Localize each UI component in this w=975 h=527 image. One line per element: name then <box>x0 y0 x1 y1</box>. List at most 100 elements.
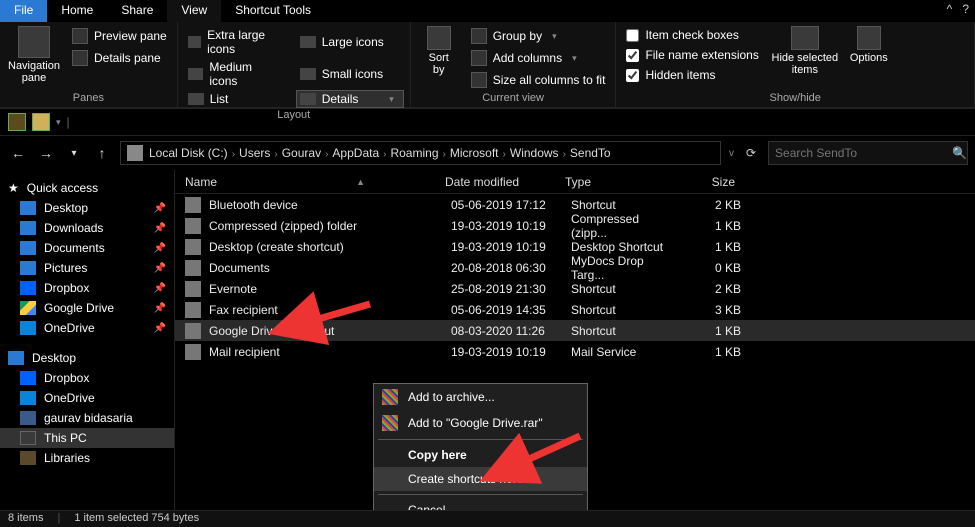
sidebar-item-documents[interactable]: Documents📌 <box>0 238 174 258</box>
archive-icon <box>382 389 398 405</box>
navigation-pane-button[interactable]: Navigation pane <box>6 26 62 84</box>
layout-list[interactable]: List <box>184 90 292 108</box>
up-button[interactable]: ↑ <box>92 145 112 161</box>
layout-extra-large-icons[interactable]: Extra large icons <box>184 26 292 58</box>
ctx-add-to-google-drive-rar-[interactable]: Add to "Google Drive.rar" <box>374 410 587 436</box>
crumb[interactable]: AppData <box>328 146 383 160</box>
layout-large-icons[interactable]: Large icons <box>296 26 404 58</box>
pin-icon: 📌 <box>154 203 166 214</box>
hide-selected-icon <box>791 26 819 50</box>
column-size[interactable]: Size <box>675 175 745 189</box>
layout-details[interactable]: Details▾ <box>296 90 404 108</box>
tab-share[interactable]: Share <box>107 0 167 22</box>
sidebar: ★Quick access Desktop📌Downloads📌Document… <box>0 170 175 510</box>
sidebar-item-gaurav-bidasaria[interactable]: gaurav bidasaria <box>0 408 174 428</box>
crumb[interactable]: Users <box>235 146 274 160</box>
layout-icon <box>188 68 204 80</box>
sidebar-item-this-pc[interactable]: This PC <box>0 428 174 448</box>
ico-blue <box>20 221 36 235</box>
qat-dropdown-icon[interactable]: ▾ <box>56 117 61 128</box>
sidebar-item-downloads[interactable]: Downloads📌 <box>0 218 174 238</box>
tab-view[interactable]: View <box>167 0 221 22</box>
status-item-count: 8 items <box>8 512 43 526</box>
file-icon <box>185 281 201 297</box>
file-row[interactable]: Compressed (zipped) folder19-03-2019 10:… <box>175 215 975 236</box>
sidebar-item-libraries[interactable]: Libraries <box>0 448 174 468</box>
crumb[interactable]: Roaming <box>386 146 442 160</box>
sidebar-item-onedrive[interactable]: OneDrive📌 <box>0 318 174 338</box>
group-label-layout: Layout <box>184 108 404 122</box>
back-button[interactable]: ← <box>8 145 28 161</box>
sidebar-item-dropbox[interactable]: Dropbox📌 <box>0 278 174 298</box>
breadcrumb[interactable]: Local Disk (C:)›Users›Gourav›AppData›Roa… <box>120 141 721 165</box>
crumb[interactable]: Microsoft <box>446 146 503 160</box>
layout-small-icons[interactable]: Small icons <box>296 58 404 90</box>
recent-locations-button[interactable]: ▾ <box>64 148 84 159</box>
explorer-icon <box>8 113 26 131</box>
item-check-boxes-toggle[interactable]: Item check boxes <box>622 26 762 44</box>
crumb[interactable]: Gourav <box>278 146 325 160</box>
ico-dropbox <box>20 371 36 385</box>
sidebar-desktop-header[interactable]: Desktop <box>0 348 174 368</box>
forward-button[interactable]: → <box>36 145 56 161</box>
sidebar-item-pictures[interactable]: Pictures📌 <box>0 258 174 278</box>
ico-blue <box>20 241 36 255</box>
hidden-items-toggle[interactable]: Hidden items <box>622 66 762 84</box>
options-button[interactable]: Options <box>847 26 891 64</box>
tab-shortcut-tools[interactable]: Shortcut Tools <box>221 0 325 22</box>
crumb[interactable]: Local Disk (C:) <box>145 146 232 160</box>
sidebar-item-dropbox[interactable]: Dropbox <box>0 368 174 388</box>
preview-pane-toggle[interactable]: Preview pane <box>68 26 171 46</box>
status-selection: 1 item selected 754 bytes <box>74 512 199 526</box>
address-history-icon[interactable]: v <box>729 148 734 159</box>
sort-by-icon <box>427 26 451 50</box>
crumb[interactable]: Windows <box>506 146 563 160</box>
ico-dropbox <box>20 281 36 295</box>
ico-gdrive <box>20 301 36 315</box>
help-icon[interactable]: ? <box>962 2 969 16</box>
ctx-copy-here[interactable]: Copy here <box>374 443 587 467</box>
group-by-button[interactable]: Group by▾ <box>467 26 610 46</box>
ctx-create-shortcuts-here[interactable]: Create shortcuts here <box>374 467 587 491</box>
group-label-showhide: Show/hide <box>622 91 968 105</box>
hide-selected-button[interactable]: Hide selected items <box>769 26 841 76</box>
sort-by-button[interactable]: Sort by <box>417 26 461 76</box>
size-columns-button[interactable]: Size all columns to fit <box>467 70 610 90</box>
refresh-button[interactable]: ⟳ <box>742 146 760 160</box>
file-row[interactable]: Evernote25-08-2019 21:30Shortcut2 KB <box>175 278 975 299</box>
file-row[interactable]: Fax recipient05-06-2019 14:35Shortcut3 K… <box>175 299 975 320</box>
ribbon-group-show-hide: Item check boxes File name extensions Hi… <box>616 22 975 107</box>
group-label-panes: Panes <box>6 91 171 105</box>
ctx-add-to-archive-[interactable]: Add to archive... <box>374 384 587 410</box>
file-row[interactable]: Mail recipient19-03-2019 10:19Mail Servi… <box>175 341 975 362</box>
tab-file[interactable]: File <box>0 0 47 22</box>
file-extensions-toggle[interactable]: File name extensions <box>622 46 762 64</box>
file-row[interactable]: Documents20-08-2018 06:30MyDocs Drop Tar… <box>175 257 975 278</box>
sidebar-item-google-drive[interactable]: Google Drive📌 <box>0 298 174 318</box>
sidebar-item-onedrive[interactable]: OneDrive <box>0 388 174 408</box>
ribbon-group-layout: Extra large iconsLarge iconsMedium icons… <box>178 22 411 107</box>
search-input[interactable] <box>768 141 968 165</box>
drive-icon <box>127 145 143 161</box>
ico-blue <box>20 261 36 275</box>
ico-pc <box>20 431 36 445</box>
file-icon <box>185 323 201 339</box>
chevron-down-icon: ▾ <box>552 31 557 42</box>
ico-onedrive <box>20 391 36 405</box>
add-columns-button[interactable]: Add columns▾ <box>467 48 610 68</box>
folder-icon <box>32 113 50 131</box>
column-name[interactable]: Name▲ <box>175 175 435 189</box>
details-pane-toggle[interactable]: Details pane <box>68 48 171 68</box>
layout-icon <box>300 36 316 48</box>
sidebar-item-desktop[interactable]: Desktop📌 <box>0 198 174 218</box>
options-icon <box>857 26 881 50</box>
file-row[interactable]: Google Drive - Shortcut08-03-2020 11:26S… <box>175 320 975 341</box>
sidebar-quick-access[interactable]: ★Quick access <box>0 178 174 198</box>
column-type[interactable]: Type <box>555 175 675 189</box>
layout-medium-icons[interactable]: Medium icons <box>184 58 292 90</box>
crumb[interactable]: SendTo <box>566 146 615 160</box>
column-date[interactable]: Date modified <box>435 175 555 189</box>
layout-icon <box>188 93 204 105</box>
ribbon-collapse-icon[interactable]: ^ <box>947 2 953 16</box>
tab-home[interactable]: Home <box>47 0 107 22</box>
